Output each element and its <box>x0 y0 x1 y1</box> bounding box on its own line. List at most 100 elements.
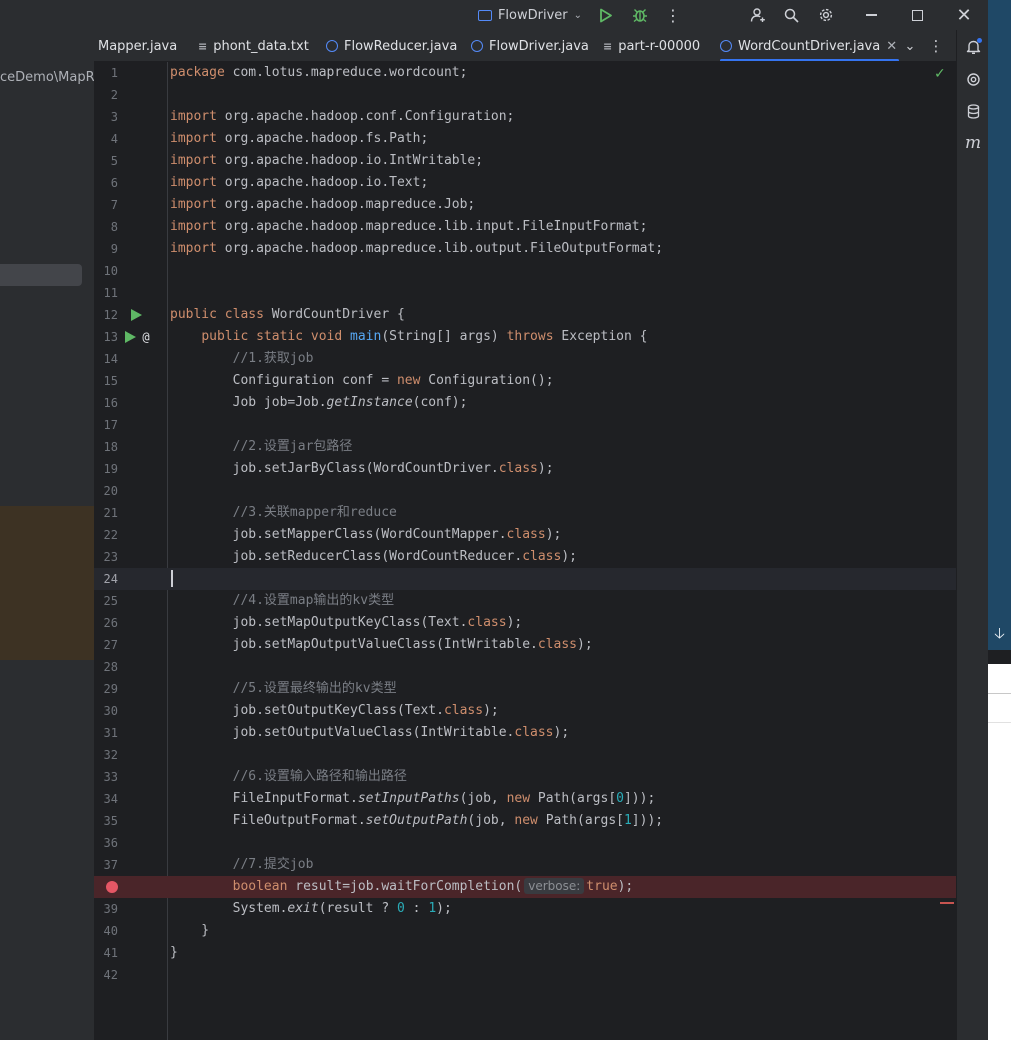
code-line[interactable]: 30 job.setOutputKeyClass(Text.class); <box>94 700 956 722</box>
code-line[interactable]: 9 import org.apache.hadoop.mapreduce.lib.… <box>94 238 956 260</box>
code-line[interactable]: 25 //4.设置map输出的kv类型 <box>94 590 956 612</box>
code-line[interactable]: 35 FileOutputFormat.setOutputPath(job, n… <box>94 810 956 832</box>
code-line[interactable]: 40 } <box>94 920 956 942</box>
code-line[interactable]: 23 job.setReducerClass(WordCountReducer.… <box>94 546 956 568</box>
search-button[interactable] <box>781 0 801 30</box>
project-path-text[interactable]: ceDemo\MapRe <box>0 70 94 85</box>
code-line[interactable]: 41} <box>94 942 956 964</box>
code-token: boolean <box>232 879 288 894</box>
code-token: ])); <box>631 813 664 828</box>
code-line[interactable]: 37 //7.提交job <box>94 854 956 876</box>
ai-assistant-button[interactable] <box>957 66 989 92</box>
notifications-button[interactable] <box>957 34 989 60</box>
code-line[interactable]: 11 <box>94 282 956 304</box>
code-line[interactable]: 28 <box>94 656 956 678</box>
code-text: import org.apache.hadoop.conf.Configurat… <box>170 106 514 128</box>
code-text: import org.apache.hadoop.mapreduce.Job; <box>170 194 475 216</box>
breakpoint-icon[interactable] <box>105 876 119 898</box>
code-text: boolean result=job.waitForCompletion(ver… <box>170 876 633 898</box>
code-line[interactable]: 16 Job job=Job.getInstance(conf); <box>94 392 956 414</box>
run-button[interactable] <box>595 0 617 30</box>
close-tab-icon[interactable]: ✕ <box>886 39 897 54</box>
close-window-button[interactable]: ✕ <box>952 0 976 30</box>
code-line[interactable]: 5 import org.apache.hadoop.io.IntWritable… <box>94 150 956 172</box>
code-line[interactable]: 3 import org.apache.hadoop.conf.Configura… <box>94 106 956 128</box>
code-line[interactable]: 34 FileInputFormat.setInputPaths(job, ne… <box>94 788 956 810</box>
tab-flow-driver[interactable]: FlowDriver.java <box>471 30 589 61</box>
code-token: job.setOutputKeyClass(Text. <box>170 703 444 718</box>
line-number: 12 <box>103 308 118 322</box>
code-line[interactable]: 20 <box>94 480 956 502</box>
code-lines[interactable]: 1 package com.lotus.mapreduce.wordcount; 2… <box>94 62 956 986</box>
run-gutter-icon[interactable] <box>123 326 137 348</box>
code-text: job.setOutputValueClass(IntWritable.clas… <box>170 722 570 744</box>
code-text: public static void main(String[] args) t… <box>170 326 647 348</box>
code-line[interactable]: 26 job.setMapOutputKeyClass(Text.class); <box>94 612 956 634</box>
code-line[interactable]: 27 job.setMapOutputValueClass(IntWritabl… <box>94 634 956 656</box>
tab-list-chevron-icon[interactable]: ⌄ <box>900 30 920 61</box>
tab-flow-reducer[interactable]: FlowReducer.java <box>326 30 457 61</box>
text-file-icon: ≡ <box>198 39 208 53</box>
code-line[interactable]: 12 public class WordCountDriver { <box>94 304 956 326</box>
tab-part-r-00000[interactable]: ≡ part-r-00000 <box>603 30 700 61</box>
project-tree-selected-row[interactable] <box>0 264 82 286</box>
code-line[interactable]: 22 job.setMapperClass(WordCountMapper.cl… <box>94 524 956 546</box>
code-line[interactable]: 18 //2.设置jar包路径 <box>94 436 956 458</box>
code-line[interactable]: 15 Configuration conf = new Configuratio… <box>94 370 956 392</box>
line-number: 33 <box>103 770 118 784</box>
code-line[interactable]: 24 <box>94 568 956 590</box>
code-token: ); <box>436 901 452 916</box>
debug-button[interactable] <box>629 0 651 30</box>
code-line[interactable]: 17 <box>94 414 956 436</box>
add-user-button[interactable] <box>748 0 768 30</box>
code-editor[interactable]: 1 package com.lotus.mapreduce.wordcount; 2… <box>94 62 956 1040</box>
run-gutter-icon[interactable] <box>129 304 143 326</box>
code-token: class <box>467 615 507 630</box>
tab-mapper[interactable]: Mapper.java <box>98 30 177 61</box>
code-line[interactable]: 13 @ public static void main(String[] arg… <box>94 326 956 348</box>
code-line[interactable]: 21 //3.关联mapper和reduce <box>94 502 956 524</box>
code-line[interactable]: 2 <box>94 84 956 106</box>
tab-word-count-driver[interactable]: WordCountDriver.java ✕ <box>720 30 900 61</box>
code-line[interactable]: 10 <box>94 260 956 282</box>
override-at-icon[interactable]: @ <box>139 326 153 348</box>
code-line[interactable]: 6 import org.apache.hadoop.io.Text; <box>94 172 956 194</box>
code-token: FileOutputFormat. <box>170 813 366 828</box>
settings-button[interactable] <box>815 0 837 30</box>
text-caret <box>171 570 173 587</box>
code-line[interactable]: 42 <box>94 964 956 986</box>
notification-dot <box>977 38 982 43</box>
code-token: 1 <box>623 813 632 828</box>
minimize-button[interactable] <box>860 0 882 30</box>
inspection-ok-check-icon[interactable]: ✓ <box>934 66 946 82</box>
code-line[interactable]: 33 //6.设置输入路径和输出路径 <box>94 766 956 788</box>
maven-button[interactable]: m <box>957 130 989 156</box>
maximize-button[interactable] <box>906 0 928 30</box>
code-line[interactable]: 29 //5.设置最终输出的kv类型 <box>94 678 956 700</box>
tab-phont-data[interactable]: ≡ phont_data.txt <box>198 30 309 61</box>
line-number: 21 <box>103 506 118 520</box>
code-line[interactable]: 14 //1.获取job <box>94 348 956 370</box>
code-line[interactable]: 39 System.exit(result ? 0 : 1); <box>94 898 956 920</box>
arrow-down-icon[interactable]: 🡣 <box>988 622 1011 648</box>
code-line[interactable]: 7 import org.apache.hadoop.mapreduce.Job; <box>94 194 956 216</box>
code-token: (job, <box>467 813 515 828</box>
code-line[interactable]: 19 job.setJarByClass(WordCountDriver.cla… <box>94 458 956 480</box>
run-configuration-selector[interactable]: FlowDriver ⌄ <box>475 0 585 30</box>
code-line[interactable]: 32 <box>94 744 956 766</box>
code-text: public class WordCountDriver { <box>170 304 405 326</box>
code-line[interactable]: 4 import org.apache.hadoop.fs.Path; <box>94 128 956 150</box>
more-actions-icon[interactable]: ⋮ <box>663 0 683 30</box>
code-line[interactable]: 31 job.setOutputValueClass(IntWritable.c… <box>94 722 956 744</box>
code-text: FileInputFormat.setInputPaths(job, new P… <box>170 788 656 810</box>
code-line[interactable]: boolean result=job.waitForCompletion(ver… <box>94 876 956 898</box>
code-line[interactable]: 1 package com.lotus.mapreduce.wordcount; <box>94 62 956 84</box>
error-stripe-marker[interactable] <box>940 902 954 904</box>
code-line[interactable]: 8 import org.apache.hadoop.mapreduce.lib.… <box>94 216 956 238</box>
code-token: class <box>522 549 562 564</box>
database-button[interactable] <box>957 98 989 124</box>
tab-more-icon[interactable]: ⋮ <box>926 30 946 61</box>
code-line[interactable]: 36 <box>94 832 956 854</box>
java-class-icon <box>471 40 483 52</box>
